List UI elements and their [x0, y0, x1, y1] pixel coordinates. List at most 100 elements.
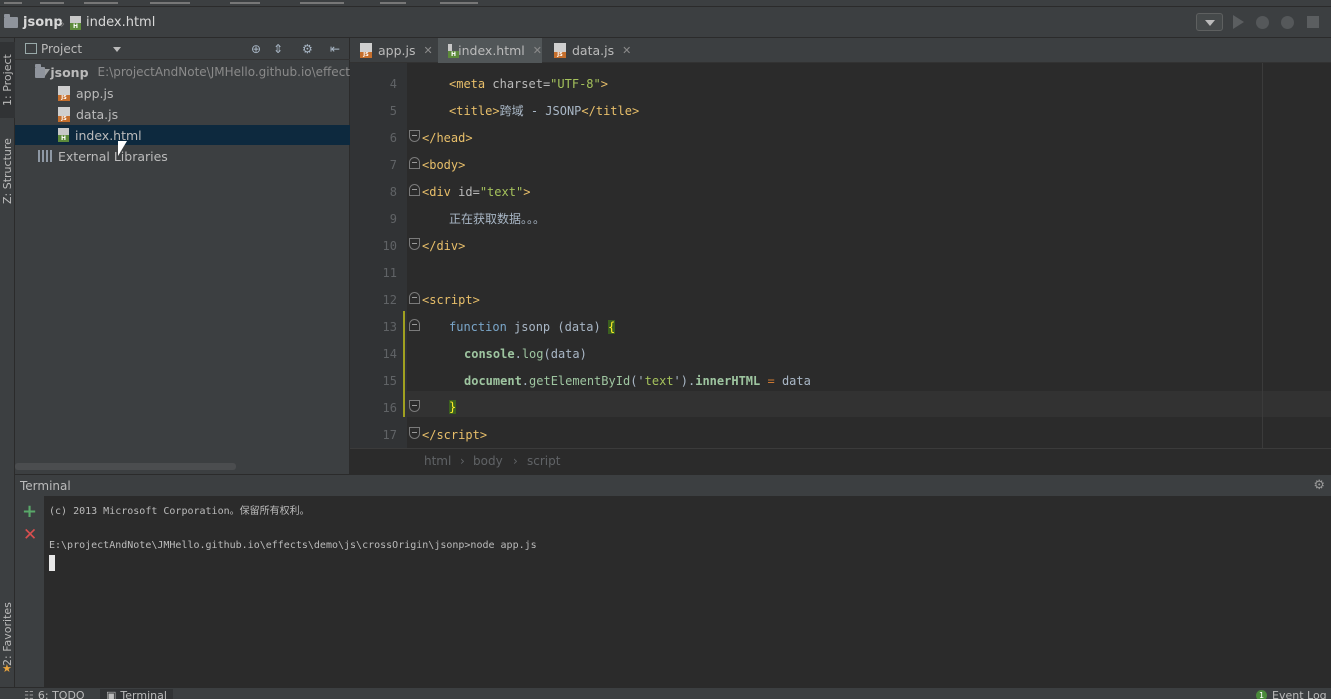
line-number: 8 [389, 185, 397, 199]
js-file-icon [58, 106, 70, 122]
code-line-16: } [449, 400, 457, 414]
mouse-pointer-icon [118, 141, 127, 156]
terminal-output[interactable]: (c) 2013 Microsoft Corporation。保留所有权利。 E… [45, 496, 1331, 687]
tree-root-folder[interactable]: jsonp E:\projectAndNote\JMHello.github.i… [15, 62, 350, 82]
fold-marker-icon[interactable] [409, 238, 420, 250]
js-file-icon [58, 85, 70, 101]
project-panel: Project ⊕ ⇕ ⚙ ⇤ jsonp E:\projectAndNote\… [15, 38, 350, 474]
chevron-down-icon[interactable] [113, 47, 121, 52]
line-number: 11 [382, 266, 397, 280]
root-path: E:\projectAndNote\JMHello.github.io\effe… [97, 65, 350, 79]
tree-item-external-libraries[interactable]: External Libraries [15, 146, 350, 166]
html-file-icon [58, 128, 69, 142]
gear-icon[interactable]: ⚙ [1313, 478, 1325, 493]
terminal-toolbar: + ✕ [15, 496, 45, 687]
collapse-all-icon[interactable]: ⇕ [273, 42, 283, 56]
editor-tabs: app.js ✕ index.html ✕ data.js ✕ [350, 38, 1331, 63]
line-number: 7 [389, 158, 397, 172]
tree-item[interactable]: data.js [15, 104, 350, 124]
terminal-line: (c) 2013 Microsoft Corporation。保留所有权利。 [49, 506, 310, 517]
terminal-cursor [49, 555, 55, 571]
code-line-8: <div id="text"> [422, 185, 531, 199]
breadcrumb-item[interactable]: body [473, 454, 503, 468]
line-number: 5 [389, 104, 397, 118]
code-line-10: </div> [422, 239, 466, 253]
chevron-right-icon: › [513, 454, 518, 468]
chevron-right-icon: › [460, 454, 465, 468]
terminal-header: Terminal ⚙ [15, 474, 1331, 496]
line-number: 9 [389, 212, 397, 226]
js-file-icon [554, 43, 566, 58]
project-panel-header: Project ⊕ ⇕ ⚙ ⇤ [15, 38, 350, 60]
tab-index-html[interactable]: index.html ✕ [438, 38, 542, 63]
event-log-button[interactable]: 1 Event Log [1256, 689, 1327, 699]
code-line-5: <title>跨域 - JSONP</title> [449, 104, 640, 118]
breadcrumb-item[interactable]: html [424, 454, 451, 468]
stop-icon[interactable] [1307, 16, 1319, 28]
tab-app-js[interactable]: app.js ✕ [350, 38, 434, 63]
editor-breadcrumb: html › body › script [350, 448, 1331, 474]
close-icon[interactable]: ✕ [424, 44, 433, 57]
fold-marker-icon[interactable] [409, 427, 420, 439]
nav-crumb-project[interactable]: jsonp [4, 14, 63, 30]
plus-icon[interactable]: + [22, 501, 37, 522]
menu-bar [0, 0, 1331, 7]
current-line-highlight [350, 391, 1331, 417]
fold-marker-icon[interactable] [409, 400, 420, 412]
code-line-4: <meta charset="UTF-8"> [449, 77, 608, 91]
vcs-change-marker[interactable] [403, 311, 405, 417]
close-icon[interactable]: ✕ [533, 44, 542, 57]
run-config-dropdown[interactable] [1196, 13, 1223, 31]
project-view-selector[interactable]: Project [41, 42, 82, 56]
navigation-bar: jsonp › index.html [0, 7, 1331, 38]
html-file-icon [448, 43, 460, 58]
project-view-icon [25, 43, 37, 54]
tab-data-js[interactable]: data.js ✕ [544, 38, 632, 63]
event-count-badge: 1 [1256, 690, 1267, 699]
right-margin-guide [1262, 63, 1263, 448]
close-icon[interactable]: ✕ [23, 525, 37, 545]
line-number: 14 [382, 347, 397, 361]
tree-item[interactable]: app.js [15, 83, 350, 103]
line-number: 6 [389, 131, 397, 145]
fold-marker-icon[interactable] [409, 157, 420, 169]
code-line-12: <script> [422, 293, 480, 307]
tool-tab-structure[interactable]: Z: Structure [0, 132, 15, 210]
folder-icon [4, 14, 18, 28]
locate-icon[interactable]: ⊕ [251, 42, 261, 56]
nav-crumb-file[interactable]: index.html [70, 15, 155, 30]
breadcrumb-item[interactable]: script [527, 454, 560, 468]
horizontal-scrollbar[interactable] [15, 463, 236, 470]
debug-icon[interactable] [1256, 16, 1269, 29]
tool-tab-terminal[interactable]: ▣ Terminal [100, 689, 173, 699]
code-line-14: console.log(data) [464, 347, 587, 361]
star-icon: ★ [2, 662, 12, 675]
tree-item-selected[interactable]: index.html [15, 125, 350, 145]
bottom-tool-strip: ☷ 6: TODO ▣ Terminal 1 Event Log [0, 687, 1331, 699]
gear-icon[interactable]: ⚙ [302, 42, 313, 56]
fold-marker-icon[interactable] [409, 130, 420, 142]
coverage-icon[interactable] [1281, 16, 1294, 29]
tool-tab-project[interactable]: 1: Project [0, 42, 15, 118]
code-line-6: </head> [422, 131, 473, 145]
editor-gutter: 4 5 6 7 8 9 10 11 12 13 14 15 16 17 [350, 63, 407, 448]
line-number: 13 [382, 320, 397, 334]
code-line-9: 正在获取数据。。。 [449, 212, 546, 226]
folder-icon [35, 63, 46, 78]
run-icon[interactable] [1233, 15, 1244, 29]
tool-tab-todo[interactable]: ☷ 6: TODO [24, 689, 85, 699]
close-icon[interactable]: ✕ [622, 44, 631, 57]
todo-icon: ☷ [24, 689, 34, 699]
code-line-17: </script> [422, 428, 488, 442]
code-editor[interactable]: 4 5 6 7 8 9 10 11 12 13 14 15 16 17 <met… [350, 63, 1331, 448]
code-line-15: document.getElementById('text').innerHTM… [464, 374, 811, 388]
fold-marker-icon[interactable] [409, 292, 420, 304]
line-number: 15 [382, 374, 397, 388]
hide-panel-icon[interactable]: ⇤ [330, 42, 340, 56]
line-number: 4 [389, 77, 397, 91]
line-number: 16 [382, 401, 397, 415]
left-tool-strip: 1: Project Z: Structure 2: Favorites ★ [0, 38, 15, 687]
html-file-icon [70, 15, 81, 30]
fold-marker-icon[interactable] [409, 319, 420, 331]
fold-marker-icon[interactable] [409, 184, 420, 196]
